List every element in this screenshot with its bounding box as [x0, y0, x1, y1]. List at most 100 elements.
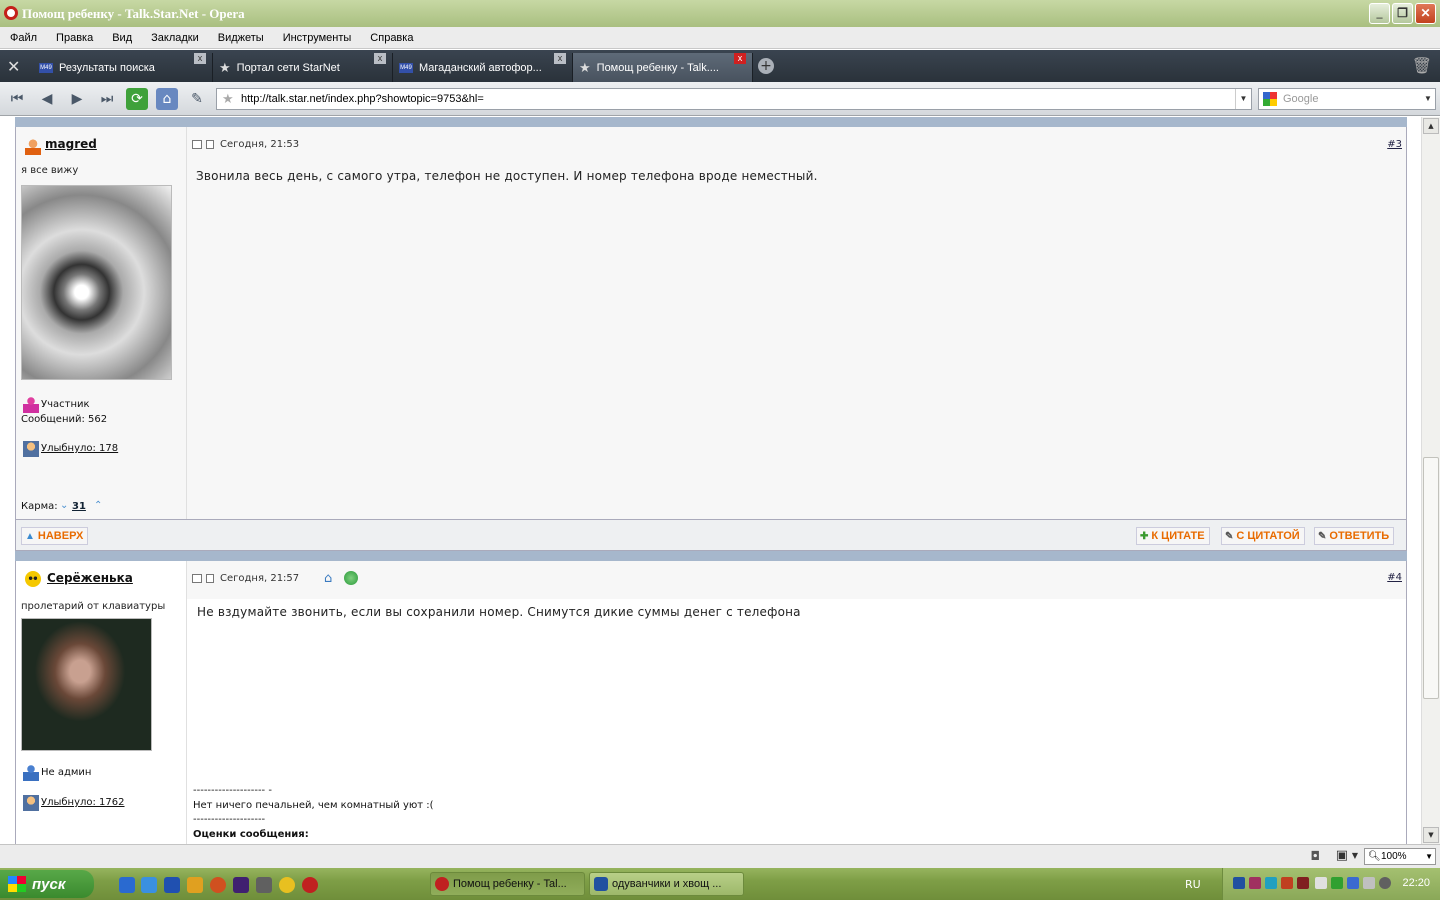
karma-down-icon[interactable]: ⌄: [60, 500, 68, 511]
forward-icon[interactable]: ▶: [66, 88, 88, 110]
disc-icon[interactable]: [256, 877, 272, 893]
username-link[interactable]: Серёженька: [47, 571, 133, 585]
vertical-scrollbar[interactable]: ▲ ▼: [1421, 117, 1440, 844]
desktop-icon[interactable]: [164, 877, 180, 893]
new-tab-button[interactable]: +: [758, 58, 774, 74]
post-number-link[interactable]: #3: [1387, 139, 1402, 150]
star-favicon-icon: ★: [219, 59, 231, 75]
member-icon: [23, 765, 39, 781]
report-icon[interactable]: [192, 574, 202, 583]
tab-starnet-portal[interactable]: ★ Портал сети StarNet x: [213, 53, 393, 82]
url-dropdown-icon[interactable]: ▼: [1235, 89, 1251, 109]
search-field[interactable]: Google ▼: [1258, 88, 1436, 110]
taskbar-button-word[interactable]: одуванчики и хвощ ...: [589, 872, 744, 896]
menu-tools[interactable]: Инструменты: [273, 32, 361, 44]
close-tab-icon[interactable]: x: [554, 53, 566, 64]
app-tray-icon[interactable]: [1379, 877, 1391, 889]
reply-button[interactable]: ✎ ОТВЕТИТЬ: [1314, 527, 1395, 545]
player-icon[interactable]: [279, 877, 295, 893]
quote-reply-button[interactable]: ✎ С ЦИТАТОЙ: [1221, 527, 1305, 545]
scroll-up-icon[interactable]: ▲: [1423, 118, 1439, 134]
close-tab-icon[interactable]: x: [194, 53, 206, 64]
start-button[interactable]: пуск: [0, 870, 94, 898]
app-tray-icon[interactable]: [1265, 877, 1277, 889]
camera-icon[interactable]: ▣: [1336, 848, 1348, 863]
network-icon[interactable]: [1233, 877, 1245, 889]
member-icon: [23, 397, 39, 413]
back-icon[interactable]: ◀: [36, 88, 58, 110]
karma-up-icon[interactable]: ⌃: [94, 500, 102, 511]
edit-icon: ✎: [1225, 530, 1234, 542]
reload-icon[interactable]: ⟳: [126, 88, 148, 110]
clock[interactable]: 22:20: [1402, 877, 1430, 889]
volume-icon[interactable]: [1281, 877, 1293, 889]
app-tray-icon[interactable]: [1297, 877, 1309, 889]
report-icon[interactable]: [192, 140, 202, 149]
reply-label: ОТВЕТИТЬ: [1329, 530, 1390, 542]
home-icon[interactable]: ⌂: [324, 571, 338, 586]
menu-bookmarks[interactable]: Закладки: [141, 32, 208, 44]
menu-help[interactable]: Справка: [360, 32, 422, 44]
outlook-icon[interactable]: [141, 877, 157, 893]
close-window-button[interactable]: ✕: [1415, 3, 1436, 24]
nvidia-icon[interactable]: [1331, 877, 1343, 889]
user-group: Не админ: [41, 767, 92, 778]
karma-value[interactable]: 31: [72, 501, 86, 512]
app-tray-icon[interactable]: [1315, 877, 1327, 889]
app-tray-icon[interactable]: [1363, 877, 1375, 889]
username-link[interactable]: magred: [45, 137, 97, 151]
menu-bar: Файл Правка Вид Закладки Виджеты Инструм…: [0, 27, 1440, 49]
close-tab-icon[interactable]: x: [734, 53, 746, 64]
menu-view[interactable]: Вид: [102, 32, 141, 44]
minimize-button[interactable]: _: [1369, 3, 1390, 24]
opera-quicklaunch-icon[interactable]: [302, 877, 318, 893]
add-quote-button[interactable]: ✚ К ЦИТАТЕ: [1136, 527, 1210, 545]
post-separator: [15, 551, 1407, 561]
media-icon[interactable]: [187, 877, 203, 893]
avatar: [21, 185, 172, 380]
rewind-icon[interactable]: ⏮: [6, 88, 28, 110]
speaker-icon[interactable]: ◘: [1311, 849, 1321, 863]
taskbar-button-label: Помощ ребенку - Tal...: [453, 878, 567, 890]
taskbar-button-opera[interactable]: Помощ ребенку - Tal...: [430, 872, 585, 896]
skype-icon[interactable]: [1347, 877, 1359, 889]
scroll-down-icon[interactable]: ▼: [1423, 827, 1439, 843]
firefox-icon[interactable]: [210, 877, 226, 893]
bookmark-star-icon[interactable]: ★: [222, 91, 234, 107]
ie-icon[interactable]: [119, 877, 135, 893]
network-2-icon[interactable]: [1249, 877, 1261, 889]
post-number-link[interactable]: #4: [1387, 572, 1402, 583]
clover-icon[interactable]: [344, 571, 358, 585]
scroll-thumb[interactable]: [1423, 457, 1439, 699]
menu-widgets[interactable]: Виджеты: [208, 32, 273, 44]
plus-icon: ✚: [1140, 530, 1149, 542]
zoom-select[interactable]: 🔍︎ 100% ▼: [1364, 848, 1436, 865]
close-tab-icon[interactable]: x: [374, 53, 386, 64]
fast-forward-icon[interactable]: ⏭: [96, 88, 118, 110]
maximize-button[interactable]: ❐: [1392, 3, 1413, 24]
tools-icon[interactable]: ✕: [7, 57, 20, 76]
trash-icon[interactable]: 🗑: [1412, 56, 1432, 75]
language-indicator[interactable]: RU: [1185, 878, 1201, 891]
search-dropdown-icon[interactable]: ▼: [1421, 89, 1435, 109]
quote-reply-label: С ЦИТАТОЙ: [1236, 530, 1300, 542]
tab-label: Результаты поиска: [59, 61, 155, 74]
tab-magadan-autoforum[interactable]: M49 Магаданский автофор... x: [393, 53, 573, 82]
zoom-dropdown-icon: ▼: [1425, 852, 1433, 861]
tab-help-child[interactable]: ★ Помощ ребенку - Talk.... x: [573, 53, 753, 82]
top-button[interactable]: ▲ НАВЕРХ: [21, 527, 89, 545]
menu-file[interactable]: Файл: [0, 32, 46, 44]
magnifier-icon: 🔍︎: [1368, 851, 1381, 862]
up-cloud-icon: ▲: [25, 530, 35, 542]
status-bar: ◘ ▣ ▼ 🔍︎ 100% ▼: [0, 844, 1440, 868]
menu-edit[interactable]: Правка: [46, 32, 102, 44]
tab-search-results[interactable]: M49 Результаты поиска x: [33, 53, 213, 82]
signature-divider: -------------------- -: [193, 785, 272, 796]
video-icon[interactable]: [233, 877, 249, 893]
address-field[interactable]: ★ http://talk.star.net/index.php?showtop…: [216, 88, 1252, 110]
smiled-link[interactable]: Улыбнуло: 178: [41, 443, 118, 454]
home-icon[interactable]: ⌂: [156, 88, 178, 110]
camera-dropdown-icon[interactable]: ▼: [1352, 851, 1358, 860]
edit-pen-icon[interactable]: ✎: [186, 88, 208, 110]
smiled-link[interactable]: Улыбнуло: 1762: [41, 797, 125, 808]
